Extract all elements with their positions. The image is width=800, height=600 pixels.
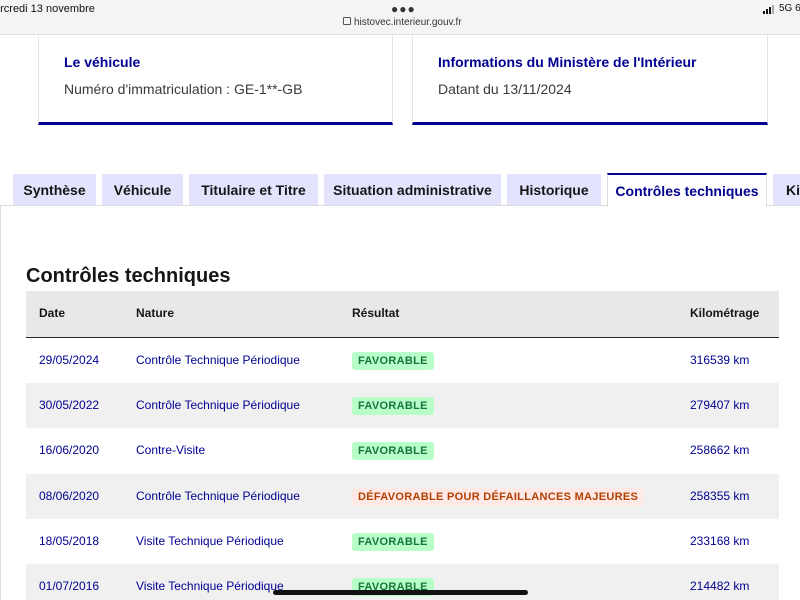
row-nature: Contrôle Technique Périodique <box>136 353 300 367</box>
result-badge: FAVORABLE <box>352 533 434 551</box>
ministry-card-title: Informations du Ministère de l'Intérieur <box>438 54 697 70</box>
column-nature: Nature <box>136 306 175 320</box>
row-kilometrage: 316539 km <box>690 353 750 367</box>
tab-vehicule[interactable]: Véhicule <box>102 174 183 206</box>
column-resultat: Résultat <box>352 306 400 320</box>
table-header: Date Nature Résultat Kilométrage <box>26 291 779 339</box>
row-nature: Contrôle Technique Périodique <box>136 489 300 503</box>
row-kilometrage: 214482 km <box>690 579 750 593</box>
home-indicator[interactable] <box>273 590 528 595</box>
tab-bar: Synthèse Véhicule Titulaire et Titre Sit… <box>0 173 800 207</box>
row-kilometrage: 258662 km <box>690 443 750 457</box>
network-label: 5G <box>779 3 793 14</box>
table-row: 08/06/2020 Contrôle Technique Périodique… <box>26 474 779 519</box>
data-date: Datant du 13/11/2024 <box>438 81 572 97</box>
tab-titulaire-titre[interactable]: Titulaire et Titre <box>189 174 318 206</box>
ministry-info-card: Informations du Ministère de l'Intérieur… <box>412 36 768 125</box>
vehicle-card-title: Le véhicule <box>64 54 141 70</box>
lock-icon <box>343 17 351 25</box>
row-date: 16/06/2020 <box>39 443 100 457</box>
result-badge: FAVORABLE <box>352 397 434 415</box>
url-text: histovec.interieur.gouv.fr <box>354 17 462 28</box>
row-kilometrage: 279407 km <box>690 398 750 412</box>
column-date: Date <box>39 306 66 320</box>
table-row: 16/06/2020 Contre-Visite FAVORABLE 25866… <box>26 428 779 473</box>
tab-kilometrage[interactable]: Ki <box>773 174 800 206</box>
status-bar: ercredi 13 novembre ●●● histovec.interie… <box>0 0 800 35</box>
row-nature: Visite Technique Périodique <box>136 579 284 593</box>
result-badge: DÉFAVORABLE POUR DÉFAILLANCES MAJEURES <box>352 488 645 506</box>
table-row: 18/05/2018 Visite Technique Périodique F… <box>26 519 779 564</box>
tab-historique[interactable]: Historique <box>507 174 601 206</box>
table-row: 30/05/2022 Contrôle Technique Périodique… <box>26 383 779 428</box>
column-kilometrage: Kilométrage <box>690 306 760 320</box>
signal-icon <box>763 3 775 14</box>
more-dots-icon[interactable]: ●●● <box>391 2 416 16</box>
row-kilometrage: 233168 km <box>690 534 750 548</box>
registration-number: Numéro d'immatriculation : GE-1**-GB <box>64 81 303 97</box>
row-date: 29/05/2024 <box>39 353 100 367</box>
battery-label: 6 <box>795 3 800 14</box>
table-row: 29/05/2024 Contrôle Technique Périodique… <box>26 338 779 383</box>
row-nature: Visite Technique Périodique <box>136 534 284 548</box>
row-date: 08/06/2020 <box>39 489 100 503</box>
tab-controles-techniques[interactable]: Contrôles techniques <box>607 173 767 207</box>
row-date: 30/05/2022 <box>39 398 100 412</box>
vehicle-card: Le véhicule Numéro d'immatriculation : G… <box>38 36 393 125</box>
status-date: ercredi 13 novembre <box>0 3 95 15</box>
row-kilometrage: 258355 km <box>690 489 750 503</box>
row-date: 01/07/2016 <box>39 579 100 593</box>
row-nature: Contre-Visite <box>136 443 206 457</box>
row-nature: Contrôle Technique Périodique <box>136 398 300 412</box>
section-title: Contrôles techniques <box>26 265 231 287</box>
address-bar[interactable]: histovec.interieur.gouv.fr <box>343 17 462 28</box>
result-badge: FAVORABLE <box>352 352 434 370</box>
result-badge: FAVORABLE <box>352 442 434 460</box>
row-date: 18/05/2018 <box>39 534 100 548</box>
tab-situation-administrative[interactable]: Situation administrative <box>324 174 501 206</box>
tab-synthese[interactable]: Synthèse <box>13 174 96 206</box>
status-right: 5G 6 <box>763 3 800 14</box>
